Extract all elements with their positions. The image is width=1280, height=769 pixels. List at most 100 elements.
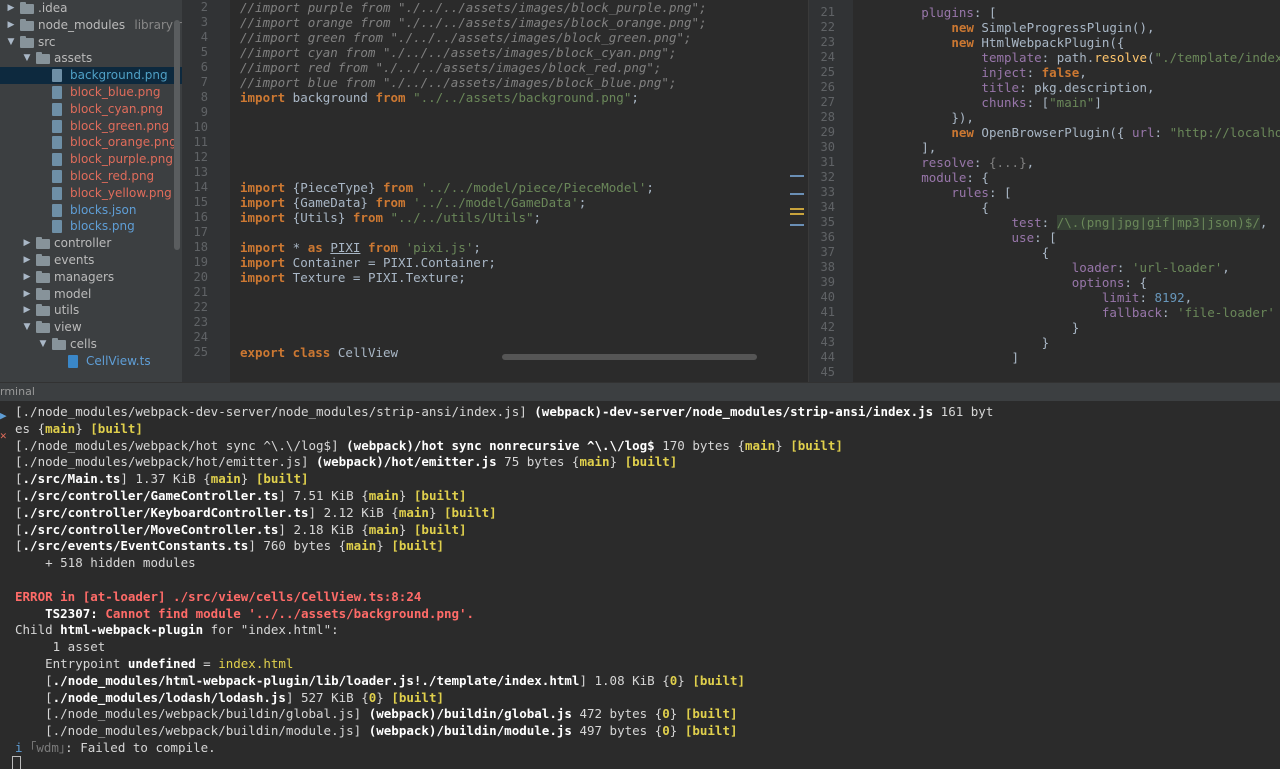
code-line[interactable]: //import green from "./../../assets/imag… bbox=[240, 30, 692, 45]
code-line[interactable]: //import cyan from "./../../assets/image… bbox=[240, 45, 677, 60]
chevron-right-icon[interactable]: ▶ bbox=[6, 0, 16, 17]
tree-item[interactable]: CellView.ts bbox=[0, 353, 182, 370]
tree-item[interactable]: ▶node_moduleslibrary ro bbox=[0, 17, 182, 34]
code-line[interactable]: } bbox=[861, 335, 1050, 350]
code-line[interactable]: ], bbox=[861, 140, 936, 155]
code-token: ; bbox=[631, 90, 639, 105]
chevron-down-icon[interactable]: ▼ bbox=[6, 34, 16, 51]
code-line[interactable]: loader: 'url-loader', bbox=[861, 260, 1230, 275]
terminal-token: es { bbox=[15, 420, 46, 436]
terminal-token: (webpack)/hot/emitter.js bbox=[316, 454, 497, 470]
code-line[interactable]: import {PieceType} from '../../model/pie… bbox=[240, 180, 654, 195]
tree-item[interactable]: ▶ .idea bbox=[0, 0, 182, 17]
tree-item[interactable]: block_blue.png bbox=[0, 84, 182, 101]
tree-item[interactable]: ▶ controller bbox=[0, 235, 182, 252]
tree-item[interactable]: block_green.png bbox=[0, 118, 182, 135]
editor-left-horizontal-scrollbar[interactable] bbox=[502, 354, 757, 360]
chevron-right-icon[interactable]: ▶ bbox=[22, 302, 32, 319]
code-line[interactable]: module: { bbox=[861, 170, 989, 185]
editor-left[interactable]: 2 3 4 5 6 7 8 9 10 11 12 13 14 15 16 17 18 19 20 21 22 23 24 25… bbox=[182, 0, 808, 382]
tree-item[interactable]: ▶ utils bbox=[0, 302, 182, 319]
code-token: //import red from "./../../assets/images… bbox=[240, 60, 662, 75]
code-token: //import green from "./../../assets/imag… bbox=[240, 30, 692, 45]
code-line[interactable]: use: [ bbox=[861, 230, 1057, 245]
chevron-right-icon[interactable]: ▶ bbox=[22, 252, 32, 269]
tree-item[interactable]: ▶ model bbox=[0, 286, 182, 303]
indent-guide bbox=[861, 95, 981, 110]
code-line[interactable]: //import red from "./../../assets/images… bbox=[240, 60, 661, 75]
code-line[interactable]: //import blue from "./../../assets/image… bbox=[240, 75, 677, 90]
code-line[interactable]: //import purple from "./../../assets/ima… bbox=[240, 0, 707, 15]
code-line[interactable]: }), bbox=[861, 110, 974, 125]
terminal-side-close-icon[interactable]: ✕ bbox=[0, 429, 7, 442]
code-line[interactable]: } bbox=[861, 320, 1080, 335]
code-line[interactable]: ] bbox=[861, 350, 1020, 365]
line-number: 16 bbox=[193, 210, 208, 224]
terminal-output[interactable]: [./node_modules/webpack-dev-server/node_… bbox=[0, 401, 1280, 769]
tree-item-label: assets bbox=[54, 51, 93, 66]
code-line[interactable]: { bbox=[861, 200, 989, 215]
chevron-right-icon[interactable]: ▶ bbox=[6, 17, 16, 34]
code-line[interactable]: chunks: ["main"] bbox=[861, 95, 1101, 110]
code-token: 'url-loader' bbox=[1131, 260, 1223, 275]
tree-scrollbar[interactable] bbox=[174, 20, 180, 250]
terminal-line: Entrypoint undefined = index.html bbox=[15, 656, 293, 673]
tree-item[interactable]: block_orange.png bbox=[0, 134, 182, 151]
code-line[interactable]: import Texture = PIXI.Texture; bbox=[240, 270, 466, 285]
tree-item[interactable]: ▶ events bbox=[0, 252, 182, 269]
code-line[interactable]: //import orange from "./../../assets/ima… bbox=[240, 15, 707, 30]
code-line[interactable]: options: { bbox=[861, 275, 1147, 290]
tree-item[interactable]: blocks.json bbox=[0, 202, 182, 219]
code-line[interactable]: new OpenBrowserPlugin({ url: "http://loc… bbox=[861, 125, 1280, 140]
code-line[interactable]: import {GameData} from '../../model/Game… bbox=[240, 195, 586, 210]
editor-right[interactable]: 21 22 23 24 25 26 27 28 29 30 31 32 33 34 35 36 37 38 39 40… bbox=[808, 0, 1280, 382]
code-line[interactable]: limit: 8192, bbox=[861, 290, 1192, 305]
code-line[interactable]: fallback: 'file-loader' bbox=[861, 305, 1275, 320]
code-line[interactable]: new HtmlWebpackPlugin({ bbox=[861, 35, 1124, 50]
code-line[interactable]: rules: [ bbox=[861, 185, 1011, 200]
code-line[interactable]: { bbox=[861, 245, 1050, 260]
code-line[interactable]: template: path.resolve("./template/index… bbox=[861, 50, 1280, 65]
tree-item[interactable]: block_purple.png bbox=[0, 151, 182, 168]
terminal-token: ./src/Main.ts bbox=[22, 471, 121, 487]
chevron-right-icon[interactable]: ▶ bbox=[22, 235, 32, 252]
tree-item[interactable]: ▼ view bbox=[0, 319, 182, 336]
tree-item[interactable]: ▼ src bbox=[0, 34, 182, 51]
code-token: "../../utils/Utils" bbox=[390, 210, 534, 225]
code-token: {...} bbox=[988, 155, 1027, 170]
code-line[interactable]: import * as PIXI from 'pixi.js'; bbox=[240, 240, 481, 255]
code-line[interactable]: plugins: [ bbox=[861, 5, 996, 20]
code-line[interactable]: test: /\.(png|jpg|gif|mp3|json)$/, bbox=[861, 215, 1267, 230]
code-line[interactable]: import {Utils} from "../../utils/Utils"; bbox=[240, 210, 541, 225]
tree-item[interactable]: ▼ assets bbox=[0, 50, 182, 67]
chevron-right-icon[interactable]: ▶ bbox=[22, 269, 32, 286]
chevron-down-icon[interactable]: ▼ bbox=[22, 319, 32, 336]
code-line[interactable]: new SimpleProgressPlugin(), bbox=[861, 20, 1154, 35]
tree-item[interactable]: block_red.png bbox=[0, 168, 182, 185]
tree-item[interactable]: ▼ cells bbox=[0, 336, 182, 353]
code-line[interactable]: import Container = PIXI.Container; bbox=[240, 255, 496, 270]
tree-item[interactable]: ▶ managers bbox=[0, 269, 182, 286]
terminal-side-arrow-icon[interactable]: ▶ bbox=[0, 409, 7, 422]
terminal-header[interactable]: rminal bbox=[0, 382, 1280, 402]
terminal-token: 75 bytes { bbox=[496, 454, 580, 470]
tree-item[interactable]: blocks.png bbox=[0, 218, 182, 235]
chevron-down-icon[interactable]: ▼ bbox=[22, 50, 32, 67]
tree-item[interactable]: block_cyan.png bbox=[0, 101, 182, 118]
line-number: 44 bbox=[820, 350, 835, 364]
code-line[interactable]: inject: false, bbox=[861, 65, 1086, 80]
code-line[interactable]: export class CellView bbox=[240, 345, 398, 360]
line-number: 5 bbox=[200, 45, 208, 59]
code-line[interactable]: import background from "../../assets/bac… bbox=[240, 90, 639, 105]
chevron-right-icon[interactable]: ▶ bbox=[22, 286, 32, 303]
tree-item[interactable]: background.png bbox=[0, 67, 182, 84]
chevron-down-icon[interactable]: ▼ bbox=[38, 336, 48, 353]
code-line[interactable]: resolve: {...}, bbox=[861, 155, 1034, 170]
code-token: module bbox=[921, 170, 967, 185]
terminal-tab-label[interactable]: rminal bbox=[0, 385, 35, 398]
code-line[interactable]: title: pkg.description, bbox=[861, 80, 1154, 95]
terminal-token: : Failed to compile. bbox=[65, 740, 216, 755]
file-icon bbox=[52, 203, 62, 217]
tree-item[interactable]: block_yellow.png bbox=[0, 185, 182, 202]
code-token: 'pixi.js' bbox=[405, 240, 474, 255]
